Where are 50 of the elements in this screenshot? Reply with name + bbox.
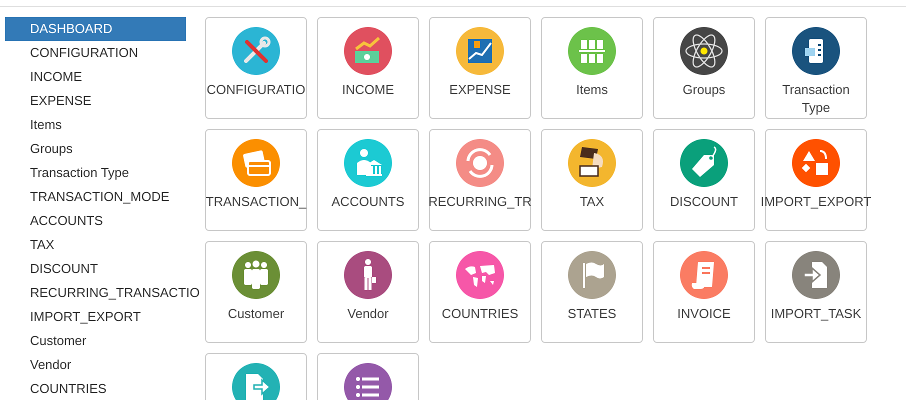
tile-label: Vendor [347,305,389,323]
dashboard-tile[interactable]: Customer [205,241,307,343]
tile-label: INVOICE [677,305,731,323]
dashboard-tile[interactable]: ACCOUNTS [317,129,419,231]
dashboard-tile[interactable]: DISCOUNT [653,129,755,231]
sidebar-item[interactable]: IMPORT_EXPORT [5,305,186,329]
tile-label: ACCOUNTS [332,193,404,211]
sidebar-item[interactable]: Groups [5,137,186,161]
sidebar-item[interactable]: ACCOUNTS [5,209,186,233]
sidebar-item[interactable]: Customer [5,329,186,353]
sidebar-item[interactable]: Transaction Type [5,161,186,185]
sidebar-item[interactable]: DASHBOARD [5,17,186,41]
sidebar-item[interactable]: CONFIGURATION [5,41,186,65]
dashboard-tile[interactable]: Vendor [317,241,419,343]
sidebar-item[interactable]: Vendor [5,353,186,377]
dashboard-tile[interactable]: TAX [541,129,643,231]
sidebar-item[interactable]: TAX [5,233,186,257]
tile-label: Groups [682,81,726,99]
tile-label: RECURRING_TR [428,193,532,211]
dashboard-tile[interactable]: CONFIGURATIO [205,17,307,119]
tile-label: Items [576,81,608,99]
dashboard-tile[interactable]: IMPORT_TASK [765,241,867,343]
dashboard-tile[interactable]: COUNTRIES [429,241,531,343]
sidebar-item[interactable]: INCOME [5,65,186,89]
sidebar-item[interactable]: DISCOUNT [5,257,186,281]
dashboard-tile[interactable]: RECURRING_TR [429,129,531,231]
tile-label: TRANSACTION_ [206,193,306,211]
dashboard-tile[interactable]: INCOME [317,17,419,119]
sidebar-item[interactable]: EXPENSE [5,89,186,113]
tile-label: Customer [228,305,284,323]
dashboard-tile[interactable]: EXPENSE [429,17,531,119]
dashboard-tile[interactable]: Transaction Type [765,17,867,119]
tile-label: IMPORT_TASK [770,305,862,323]
tile-label: INCOME [342,81,394,99]
tile-label: TAX [580,193,604,211]
dashboard-tile[interactable]: STATES [541,241,643,343]
tile-label: DISCOUNT [670,193,738,211]
dashboard-tile[interactable]: INVOICE [653,241,755,343]
dashboard-tile[interactable]: Items [541,17,643,119]
tile-label: COUNTRIES [442,305,518,323]
tile-label: Transaction Type [781,81,851,117]
dashboard-tile[interactable]: Groups [653,17,755,119]
sidebar-item[interactable]: TRANSACTION_MODE [5,185,186,209]
sidebar-item[interactable]: COUNTRIES [5,377,186,400]
tile-label: EXPENSE [449,81,511,99]
sidebar-item[interactable]: Items [5,113,186,137]
dashboard-tile[interactable]: TRANSACTION_ [205,129,307,231]
tile-label: CONFIGURATIO [206,81,306,99]
sidebar-item[interactable]: RECURRING_TRANSACTIO [5,281,200,305]
tile-label: STATES [568,305,616,323]
